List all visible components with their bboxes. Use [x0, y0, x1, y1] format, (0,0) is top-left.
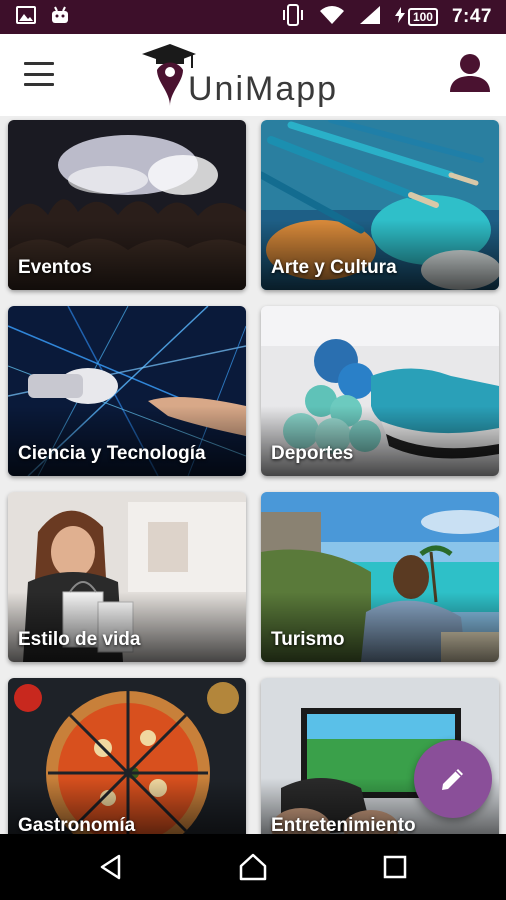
category-card-eventos[interactable]: Eventos	[8, 120, 246, 290]
category-card-turismo[interactable]: Turismo	[261, 492, 499, 662]
category-card-ciencia-y-tecnologia[interactable]: Ciencia y Tecnología	[8, 306, 246, 476]
category-grid: Eventos Arte y Cultura Ciencia y Tecnolo…	[0, 116, 506, 834]
category-label: Ciencia y Tecnología	[18, 443, 206, 464]
card-shade	[261, 406, 499, 476]
edit-fab[interactable]	[414, 740, 492, 818]
menu-icon-bar	[24, 83, 54, 86]
image-icon	[16, 5, 36, 29]
menu-icon-bar	[24, 62, 54, 65]
category-label: Entretenimiento	[271, 815, 416, 834]
menu-icon-bar	[24, 72, 54, 76]
back-button[interactable]	[91, 847, 131, 887]
card-shade	[261, 592, 499, 662]
status-bar: 100 7:47	[0, 0, 506, 34]
category-label: Deportes	[271, 443, 354, 464]
navigation-bar	[0, 834, 506, 900]
category-card-gastronomia[interactable]: Gastronomía	[8, 678, 246, 834]
home-icon	[239, 853, 267, 881]
person-icon	[450, 54, 490, 92]
back-icon	[100, 854, 121, 880]
battery-level: 100	[407, 8, 438, 26]
status-bar-right: 100 7:47	[281, 3, 492, 31]
wifi-icon	[319, 5, 345, 30]
profile-button[interactable]	[448, 50, 492, 94]
home-button[interactable]	[233, 847, 273, 887]
category-label: Eventos	[18, 257, 92, 278]
card-shade	[8, 406, 246, 476]
app-logo: UniMapp	[140, 40, 360, 112]
category-label: Gastronomía	[18, 815, 136, 834]
clock: 7:47	[451, 6, 492, 27]
app-title: UniMapp	[188, 70, 339, 108]
card-shade	[8, 592, 246, 662]
menu-button[interactable]	[24, 62, 54, 86]
battery-indicator: 100	[394, 6, 438, 28]
category-label: Turismo	[271, 629, 345, 650]
category-card-deportes[interactable]: Deportes	[261, 306, 499, 476]
category-label: Estilo de vida	[18, 629, 141, 650]
card-shade	[261, 220, 499, 290]
category-label: Arte y Cultura	[271, 257, 397, 278]
card-shade	[8, 220, 246, 290]
category-card-arte-y-cultura[interactable]: Arte y Cultura	[261, 120, 499, 290]
category-card-estilo-de-vida[interactable]: Estilo de vida	[8, 492, 246, 662]
recents-button[interactable]	[375, 847, 415, 887]
edit-icon	[442, 769, 463, 790]
charging-icon	[394, 6, 405, 28]
status-bar-left	[16, 5, 70, 29]
signal-icon	[359, 5, 381, 30]
vibrate-icon	[281, 3, 305, 31]
recents-icon	[383, 855, 407, 879]
app-bar: UniMapp	[0, 34, 506, 116]
android-icon	[50, 6, 70, 29]
